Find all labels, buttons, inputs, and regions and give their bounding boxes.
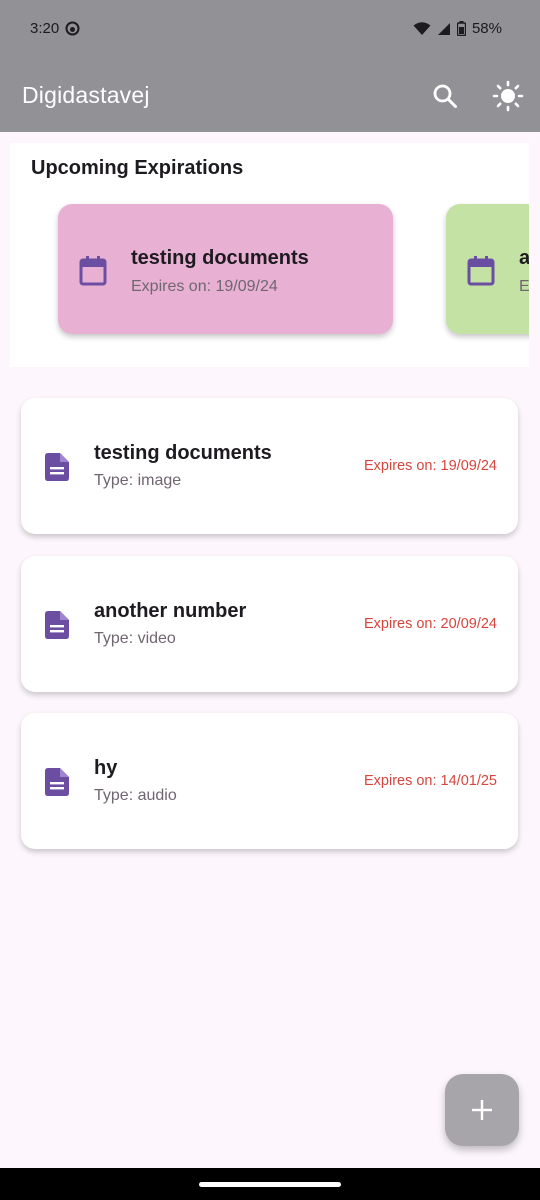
expiration-card-name: another number — [519, 247, 529, 269]
document-expiry: Expires on: 20/09/24 — [363, 616, 497, 632]
document-list-item[interactable]: hy Type: audio Expires on: 14/01/25 — [21, 713, 518, 849]
add-icon — [472, 1100, 492, 1120]
expiration-card-name: testing documents — [131, 247, 309, 269]
brightness-icon — [492, 80, 524, 112]
search-icon — [433, 84, 457, 108]
expiration-card[interactable]: testing documents Expires on: 19/09/24 — [58, 204, 393, 334]
status-indicators: 58% — [413, 20, 502, 37]
notification-icon — [65, 21, 80, 36]
search-button[interactable] — [427, 78, 463, 114]
theme-toggle-button[interactable] — [490, 78, 526, 114]
battery-level: 58% — [471, 20, 502, 37]
expiration-card[interactable]: another number Expires on: 20/09/24 — [446, 204, 529, 334]
status-time: 3:20 — [30, 20, 60, 37]
document-expiry: Expires on: 19/09/24 — [363, 458, 497, 474]
status-bar: 3:20 58% — [0, 0, 540, 60]
expiration-card-date: Expires on: 19/09/24 — [131, 278, 278, 295]
document-name: testing documents — [94, 442, 272, 464]
calendar-icon — [79, 256, 107, 286]
signal-icon — [437, 22, 450, 35]
document-name: hy — [94, 757, 118, 779]
calendar-icon — [467, 256, 495, 286]
document-icon — [45, 611, 69, 639]
expiration-card-date: Expires on: 20/09/24 — [519, 278, 529, 295]
document-icon — [45, 453, 69, 481]
document-name: another number — [94, 600, 247, 622]
document-expiry: Expires on: 14/01/25 — [363, 773, 497, 789]
app-title: Digidastavej — [22, 82, 150, 108]
battery-icon — [456, 21, 466, 36]
add-document-button[interactable] — [445, 1074, 519, 1146]
document-list-item[interactable]: testing documents Type: image Expires on… — [21, 398, 518, 534]
upcoming-expirations-section: Upcoming Expirations testing documents E… — [10, 143, 529, 367]
document-icon — [45, 768, 69, 796]
app-bar: Digidastavej — [0, 60, 540, 132]
document-list-item[interactable]: another number Type: video Expires on: 2… — [21, 556, 518, 692]
document-type: Type: image — [94, 472, 182, 489]
document-type: Type: video — [94, 630, 176, 647]
section-title: Upcoming Expirations — [31, 157, 244, 179]
wifi-icon — [413, 21, 431, 35]
home-gesture-handle[interactable] — [199, 1182, 341, 1187]
system-navigation-bar — [0, 1168, 540, 1200]
status-time-group: 3:20 — [30, 20, 80, 37]
document-type: Type: audio — [94, 787, 177, 804]
